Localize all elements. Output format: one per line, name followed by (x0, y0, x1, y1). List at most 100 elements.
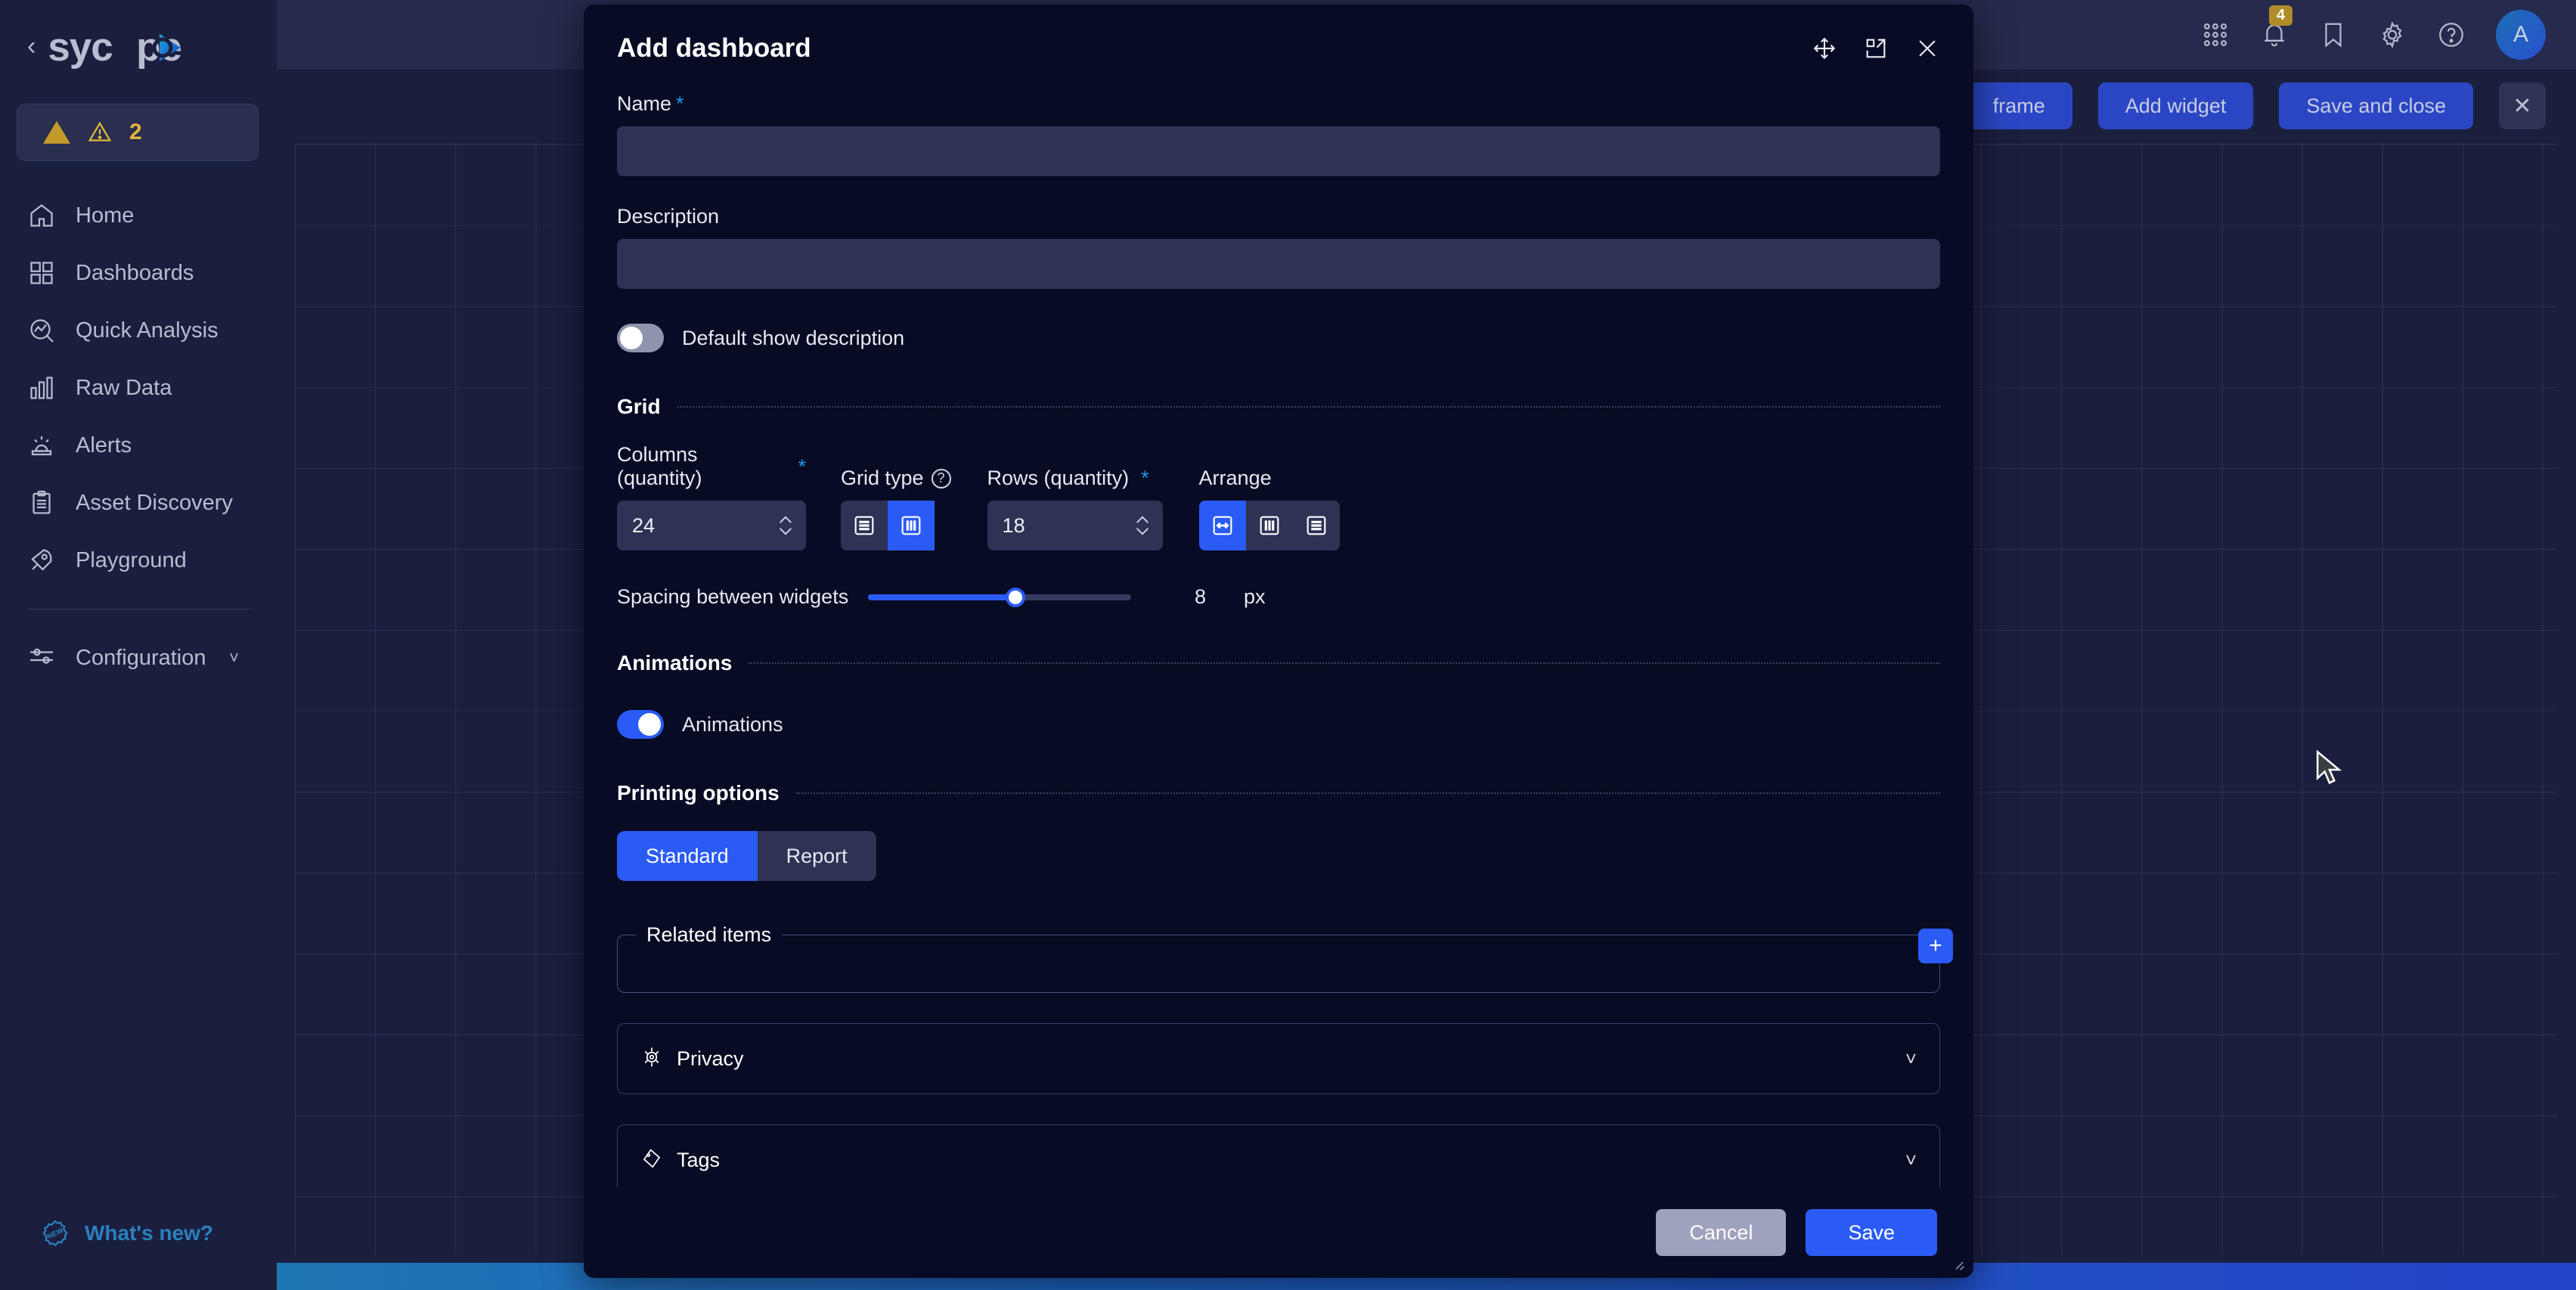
sidebar-item-dashboards[interactable]: Dashboards (0, 244, 277, 302)
grid-section-title: Grid (617, 395, 661, 418)
question-circle-icon[interactable]: ? (931, 468, 951, 488)
help-circle-icon[interactable] (2437, 20, 2466, 49)
spacing-unit: px (1244, 585, 1266, 608)
home-icon (27, 201, 56, 230)
sidebar-item-alerts[interactable]: Alerts (0, 417, 277, 474)
spacing-value: 8 (1195, 585, 1207, 608)
arrange-columns-option[interactable] (1245, 501, 1293, 550)
save-button[interactable]: Save (1806, 1209, 1937, 1256)
save-and-close-button[interactable]: Save and close (2279, 82, 2473, 129)
sidebar-item-asset-discovery[interactable]: Asset Discovery (0, 474, 277, 532)
sidebar-item-label: Quick Analysis (76, 318, 219, 343)
clipboard-list-icon (27, 488, 56, 517)
required-asterisk: * (1141, 467, 1149, 489)
related-items-legend: Related items (646, 923, 772, 946)
rows-field: Rows (quantity) * (987, 467, 1163, 550)
expand-icon[interactable] (1863, 36, 1889, 61)
gear-icon[interactable] (2378, 20, 2407, 49)
sidebar-item-label: Alerts (76, 433, 132, 457)
tags-title: Tags (677, 1148, 721, 1171)
animations-toggle[interactable] (617, 710, 664, 739)
frame-button[interactable]: frame (1965, 82, 2072, 129)
add-related-item-button[interactable]: + (1918, 929, 1953, 963)
logo-mark-icon (152, 34, 181, 61)
logo[interactable]: ‹ sycope (0, 0, 277, 70)
alert-triangle-filled-icon (43, 121, 70, 144)
whats-new-button[interactable]: NEW What's new? (41, 1219, 213, 1248)
sidebar-item-label: Playground (76, 547, 187, 572)
printing-option-report[interactable]: Report (757, 831, 876, 881)
columns-field: Columns (quantity) * (617, 443, 806, 550)
svg-text:NEW: NEW (46, 1226, 65, 1241)
columns-label: Columns (quantity) * (617, 443, 806, 490)
arrange-horizontal-option[interactable] (1198, 501, 1246, 550)
grid-type-columns-option[interactable] (888, 501, 935, 550)
sidebar-item-home[interactable]: Home (0, 187, 277, 244)
sidebar-nav: Home Dashboards Quick Analysis Raw Data (0, 187, 277, 687)
grid-type-rows-option[interactable] (841, 501, 888, 550)
avatar[interactable]: A (2496, 10, 2546, 60)
analysis-chart-icon (27, 316, 56, 345)
chevron-down-icon[interactable]: ˅ (1905, 1047, 1917, 1071)
chevron-down-icon[interactable]: ˅ (229, 648, 239, 668)
close-dashboard-editor-button[interactable]: ✕ (2499, 82, 2546, 129)
add-widget-button[interactable]: Add widget (2097, 82, 2254, 129)
slider-fill (868, 594, 1015, 600)
columns-stepper[interactable] (777, 515, 794, 536)
section-divider (795, 792, 1940, 794)
arrange-rows-option[interactable] (1292, 501, 1340, 550)
rows-stepper[interactable] (1134, 515, 1151, 536)
bookmark-icon[interactable] (2319, 20, 2348, 49)
move-icon[interactable] (1812, 36, 1837, 61)
printing-section-title: Printing options (617, 781, 780, 805)
printing-section-header: Printing options (617, 781, 1940, 805)
arrange-segmented-control (1198, 501, 1340, 550)
sidebar-item-raw-data[interactable]: Raw Data (0, 359, 277, 417)
slider-handle[interactable] (1005, 587, 1025, 607)
animations-section-title: Animations (617, 651, 733, 674)
privacy-accordion[interactable]: Privacy ˅ (617, 1023, 1940, 1094)
printing-option-standard[interactable]: Standard (617, 831, 758, 881)
sidebar-item-quick-analysis[interactable]: Quick Analysis (0, 302, 277, 359)
whats-new-label: What's new? (85, 1221, 213, 1245)
dialog-footer: Cancel Save (584, 1187, 1973, 1278)
close-icon[interactable] (1914, 36, 1940, 61)
name-input[interactable] (617, 126, 1940, 176)
grid-type-segmented-control (841, 501, 951, 550)
default-show-description-label: Default show description (682, 326, 905, 349)
bell-icon[interactable]: 4 (2260, 5, 2293, 49)
resize-handle-icon[interactable] (1949, 1255, 1966, 1272)
default-show-description-toggle[interactable] (617, 324, 664, 352)
grid-type-label-text: Grid type (841, 467, 924, 489)
notification-badge: 4 (2269, 5, 2293, 26)
cancel-button[interactable]: Cancel (1656, 1209, 1787, 1256)
collapse-sidebar-icon[interactable]: ‹ (27, 33, 36, 59)
apps-grid-icon[interactable] (2201, 20, 2230, 49)
sidebar-item-label: Dashboards (76, 260, 194, 285)
animations-row[interactable]: Animations (617, 710, 1940, 739)
alert-summary[interactable]: 2 (17, 104, 259, 161)
rows-label: Rows (quantity) * (987, 467, 1163, 490)
dashboard-toolbar: frame Add widget Save and close ✕ (1965, 70, 2576, 142)
privacy-title: Privacy (677, 1047, 744, 1070)
grid-squares-icon (27, 259, 56, 287)
sidebar-item-label: Home (76, 203, 135, 228)
dialog-title: Add dashboard (617, 33, 811, 63)
spacing-slider[interactable] (868, 587, 1131, 607)
columns-label-text: Columns (quantity) (617, 443, 702, 489)
tags-accordion[interactable]: Tags ˅ (617, 1124, 1940, 1195)
grid-type-field: Grid type ? (841, 467, 951, 550)
logo-text: sycope (48, 24, 182, 70)
name-label-text: Name (617, 92, 672, 115)
sidebar-item-playground[interactable]: Playground (0, 532, 277, 589)
required-asterisk: * (798, 454, 806, 478)
printing-options-group: Standard Report (617, 831, 876, 881)
chevron-down-icon[interactable]: ˅ (1905, 1149, 1917, 1172)
section-divider (677, 406, 1940, 408)
description-input[interactable] (617, 239, 1940, 289)
default-show-description-row[interactable]: Default show description (617, 324, 1940, 352)
animations-section-header: Animations (617, 651, 1940, 675)
sidebar-item-configuration[interactable]: Configuration ˅ (0, 629, 277, 687)
related-items-section: Related items + (617, 923, 1953, 993)
section-divider (749, 662, 1940, 664)
